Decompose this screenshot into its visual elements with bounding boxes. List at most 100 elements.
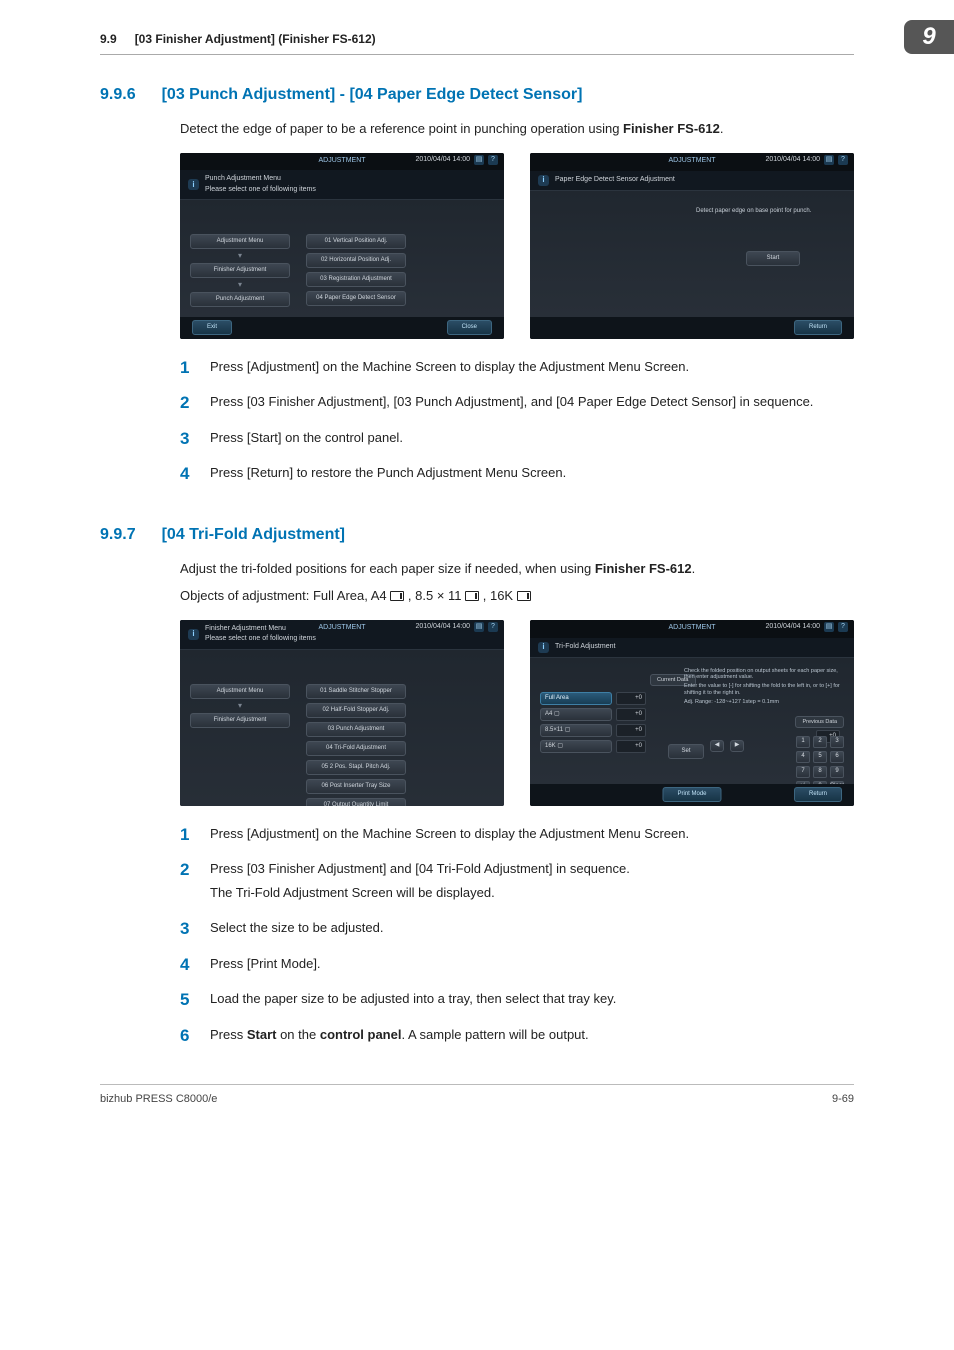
set-button[interactable]: Set [668, 744, 704, 759]
panel-label: ADJUSTMENT [668, 623, 715, 634]
memory-icon: ▤ [474, 622, 484, 632]
screenshot-finisher-menu: ADJUSTMENT 2010/04/04 14:00 ▤ ? i Finish… [180, 620, 504, 806]
panel-title: Finisher Adjustment Menu [205, 625, 286, 632]
step-item: Select the size to be adjusted. [180, 918, 854, 938]
chapter-tab: 9 [904, 20, 954, 54]
return-button[interactable]: Return [794, 320, 842, 335]
panel-label: ADJUSTMENT [668, 156, 715, 167]
step-item: Press Start on the control panel. A samp… [180, 1025, 854, 1045]
key-6[interactable]: 6 [830, 751, 844, 763]
memory-icon: ▤ [824, 155, 834, 165]
panel-title: Tri-Fold Adjustment [555, 642, 615, 653]
range-text: Adj. Range: -128~+127 1step = 0.1mm [684, 699, 844, 706]
size-value: +0 [616, 708, 646, 721]
running-head: 9.9 [03 Finisher Adjustment] (Finisher F… [100, 30, 854, 55]
screenshot-punch-menu: ADJUSTMENT 2010/04/04 14:00 ▤ ? i Punch … [180, 153, 504, 339]
key-1[interactable]: 1 [796, 736, 810, 748]
running-head-num: 9.9 [100, 30, 117, 48]
running-head-title: [03 Finisher Adjustment] (Finisher FS-61… [135, 30, 376, 48]
step-item: Press [Adjustment] on the Machine Screen… [180, 357, 854, 377]
panel-message: Detect paper edge on base point for punc… [696, 207, 840, 216]
screenshot-trifold-adjust: ADJUSTMENT 2010/04/04 14:00 ▤ ? i Tri-Fo… [530, 620, 854, 806]
menu-item[interactable]: 03 Registration Adjustment [306, 272, 406, 287]
size-value: +0 [616, 692, 646, 705]
step-item: Load the paper size to be adjusted into … [180, 989, 854, 1009]
menu-item[interactable]: 04 Tri-Fold Adjustment [306, 741, 406, 756]
intro-text: Adjust the tri-folded positions for each… [180, 559, 854, 579]
breadcrumb-item[interactable]: Finisher Adjustment [190, 263, 290, 278]
help-icon[interactable]: ? [838, 622, 848, 632]
key-9[interactable]: 9 [830, 766, 844, 778]
step-item: Press [03 Finisher Adjustment], [03 Punc… [180, 392, 854, 412]
panel-subtitle: Please select one of following items [205, 635, 316, 642]
panel-title: Paper Edge Detect Sensor Adjustment [555, 175, 675, 186]
menu-item[interactable]: 02 Half-Fold Stopper Adj. [306, 703, 406, 718]
breadcrumb-item[interactable]: Punch Adjustment [190, 292, 290, 307]
info-icon: i [538, 642, 549, 653]
previous-data-button[interactable]: Previous Data [795, 716, 844, 728]
size-option[interactable]: 8.5×11 ▢ [540, 724, 612, 737]
menu-item[interactable]: 06 Post Inserter Tray Size [306, 779, 406, 794]
print-mode-button[interactable]: Print Mode [662, 787, 721, 802]
chevron-down-icon: ▾ [190, 282, 290, 288]
key-7[interactable]: 7 [796, 766, 810, 778]
size-option[interactable]: Full Area [540, 692, 612, 705]
size-option[interactable]: A4 ▢ [540, 708, 612, 721]
key-8[interactable]: 8 [813, 766, 827, 778]
chevron-down-icon: ▾ [190, 253, 290, 259]
screenshot-edge-sensor: ADJUSTMENT 2010/04/04 14:00 ▤ ? i Paper … [530, 153, 854, 339]
help-icon[interactable]: ? [838, 155, 848, 165]
step-item: Press [Return] to restore the Punch Adju… [180, 463, 854, 483]
exit-button[interactable]: Exit [192, 320, 232, 335]
menu-item[interactable]: 03 Punch Adjustment [306, 722, 406, 737]
chevron-down-icon: ▾ [190, 703, 290, 709]
panel-subtitle: Please select one of following items [205, 186, 316, 193]
help-icon[interactable]: ? [488, 622, 498, 632]
return-button[interactable]: Return [794, 787, 842, 802]
panel-label: ADJUSTMENT [318, 156, 365, 167]
size-value: +0 [616, 740, 646, 753]
section-997: 9.9.7 [04 Tri-Fold Adjustment] Adjust th… [100, 523, 854, 1045]
menu-item[interactable]: 05 2 Pos. Stapl. Pitch Adj. [306, 760, 406, 775]
memory-icon: ▤ [474, 155, 484, 165]
step-item: Press [Start] on the control panel. [180, 428, 854, 448]
panel-label: ADJUSTMENT [318, 623, 365, 634]
panel-message: Enter the value to [-] for shifting the … [684, 683, 844, 697]
key-3[interactable]: 3 [830, 736, 844, 748]
start-button[interactable]: Start [746, 251, 800, 266]
steps-list: Press [Adjustment] on the Machine Screen… [180, 357, 854, 483]
steps-list: Press [Adjustment] on the Machine Screen… [180, 824, 854, 1045]
panel-datetime: 2010/04/04 14:00 [416, 155, 471, 166]
section-title: [03 Punch Adjustment] - [04 Paper Edge D… [162, 83, 583, 107]
menu-item[interactable]: 07 Output Quantity Limit [306, 798, 406, 806]
section-num: 9.9.7 [100, 523, 136, 547]
section-title: [04 Tri-Fold Adjustment] [162, 523, 345, 547]
orientation-icon [465, 591, 479, 601]
section-996: 9.9.6 [03 Punch Adjustment] - [04 Paper … [100, 83, 854, 483]
increment-button[interactable]: ▶ [730, 740, 744, 752]
info-icon: i [538, 175, 549, 186]
menu-item[interactable]: 01 Saddle Stitcher Stopper [306, 684, 406, 699]
breadcrumb-item[interactable]: Finisher Adjustment [190, 713, 290, 728]
size-value: +0 [616, 724, 646, 737]
size-option[interactable]: 16K ▢ [540, 740, 612, 753]
menu-item[interactable]: 04 Paper Edge Detect Sensor [306, 291, 406, 306]
menu-item[interactable]: 02 Horizontal Position Adj. [306, 253, 406, 268]
help-icon[interactable]: ? [488, 155, 498, 165]
info-icon: i [188, 179, 199, 190]
panel-datetime: 2010/04/04 14:00 [766, 155, 821, 166]
footer-product: bizhub PRESS C8000/e [100, 1091, 217, 1108]
panel-message: Check the folded position on output shee… [684, 668, 844, 682]
menu-item[interactable]: 01 Vertical Position Adj. [306, 234, 406, 249]
panel-datetime: 2010/04/04 14:00 [416, 622, 471, 633]
breadcrumb-item[interactable]: Adjustment Menu [190, 234, 290, 249]
close-button[interactable]: Close [447, 320, 492, 335]
step-item: Press [Adjustment] on the Machine Screen… [180, 824, 854, 844]
key-2[interactable]: 2 [813, 736, 827, 748]
decrement-button[interactable]: ◀ [710, 740, 724, 752]
key-5[interactable]: 5 [813, 751, 827, 763]
section-num: 9.9.6 [100, 83, 136, 107]
breadcrumb-item[interactable]: Adjustment Menu [190, 684, 290, 699]
key-4[interactable]: 4 [796, 751, 810, 763]
step-item: Press [03 Finisher Adjustment] and [04 T… [180, 859, 854, 902]
